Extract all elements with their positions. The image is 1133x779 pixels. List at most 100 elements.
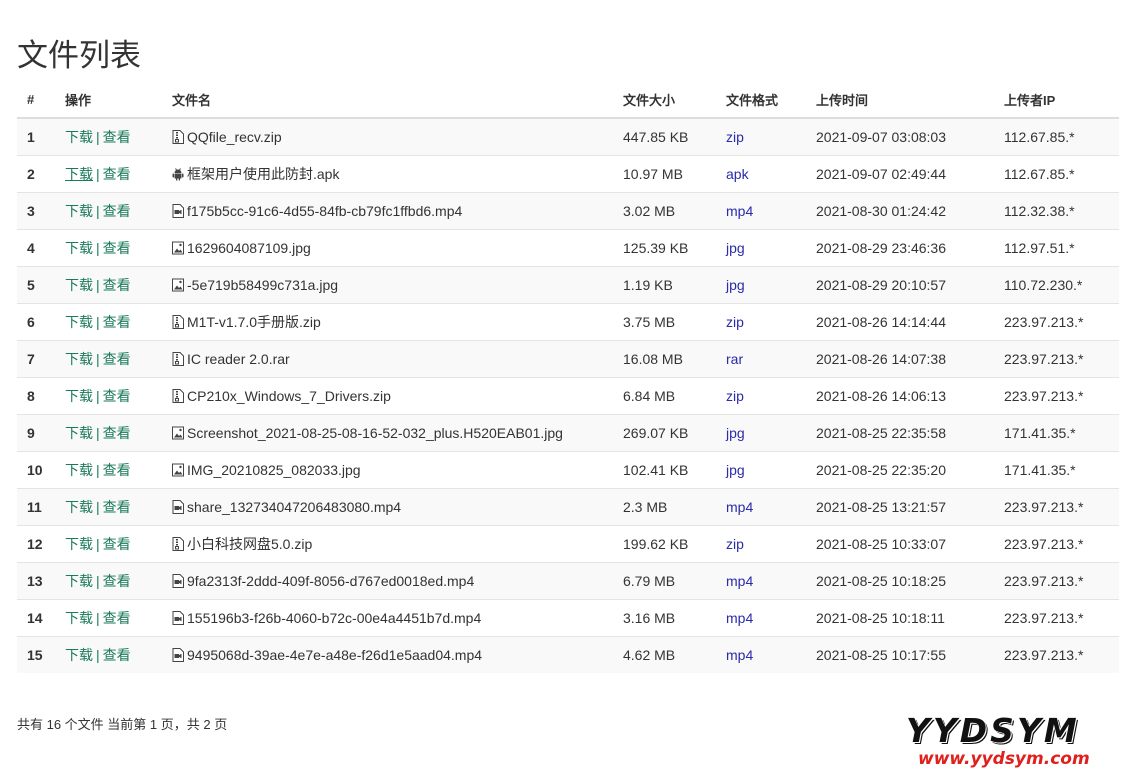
download-link[interactable]: 下载	[65, 240, 93, 256]
download-link[interactable]: 下载	[65, 573, 93, 589]
file-format-link[interactable]: zip	[726, 536, 744, 552]
download-link[interactable]: 下载	[65, 388, 93, 404]
action-separator: |	[96, 351, 100, 367]
file-format-link[interactable]: jpg	[726, 462, 745, 478]
download-link[interactable]: 下载	[65, 647, 93, 663]
file-name-cell: 9495068d-39ae-4e7e-a48e-f26d1e5aad04.mp4	[162, 636, 613, 673]
download-link[interactable]: 下载	[65, 314, 93, 330]
row-actions: 下载 | 查看	[55, 599, 162, 637]
file-format-link[interactable]: zip	[726, 314, 744, 330]
file-format-link[interactable]: rar	[726, 351, 743, 367]
file-name: 1629604087109.jpg	[187, 240, 311, 256]
page-title: 文件列表	[17, 38, 141, 74]
file-size: 102.41 KB	[613, 451, 716, 489]
action-separator: |	[96, 610, 100, 626]
file-format-link[interactable]: mp4	[726, 647, 753, 663]
row-actions: 下载 | 查看	[55, 229, 162, 267]
download-link[interactable]: 下载	[65, 166, 93, 182]
file-format-link[interactable]: jpg	[726, 425, 745, 441]
view-link[interactable]: 查看	[103, 499, 131, 515]
row-actions: 下载 | 查看	[55, 340, 162, 378]
file-name: 9495068d-39ae-4e7e-a48e-f26d1e5aad04.mp4	[187, 647, 483, 663]
file-size: 199.62 KB	[613, 525, 716, 563]
zip-file-icon	[172, 537, 184, 551]
download-link[interactable]: 下载	[65, 536, 93, 552]
column-header-index: #	[17, 81, 55, 119]
view-link[interactable]: 查看	[103, 647, 131, 663]
action-separator: |	[96, 536, 100, 552]
file-name: 155196b3-f26b-4060-b72c-00e4a4451b7d.mp4	[187, 610, 482, 626]
column-header-actions: 操作	[55, 81, 162, 119]
view-link[interactable]: 查看	[103, 462, 131, 478]
file-size: 447.85 KB	[613, 117, 716, 156]
action-separator: |	[96, 203, 100, 219]
file-format-link[interactable]: mp4	[726, 203, 753, 219]
file-name-cell: 小白科技网盘5.0.zip	[162, 525, 613, 563]
uploader-ip: 223.97.213.*	[994, 636, 1119, 673]
upload-time: 2021-08-25 10:17:55	[806, 636, 994, 673]
upload-time: 2021-08-25 22:35:58	[806, 414, 994, 452]
column-header-size: 文件大小	[613, 81, 716, 119]
download-link[interactable]: 下载	[65, 610, 93, 626]
watermark-mark: YYDSYM	[906, 711, 1080, 750]
file-size: 125.39 KB	[613, 229, 716, 267]
zip-file-icon	[172, 389, 184, 403]
file-size: 3.75 MB	[613, 303, 716, 341]
table-row: 7 下载 | 查看 IC reader 2.0.rar 16.08 MB rar 2021-0…	[17, 340, 1119, 378]
file-format-link[interactable]: zip	[726, 129, 744, 145]
file-format-link[interactable]: mp4	[726, 499, 753, 515]
download-link[interactable]: 下载	[65, 203, 93, 219]
file-name: IMG_20210825_082033.jpg	[187, 462, 361, 478]
table-row: 3 下载 | 查看 f175b5cc-91c6-4d55-84fb-cb79fc1ffb…	[17, 192, 1119, 230]
file-name-cell: f175b5cc-91c6-4d55-84fb-cb79fc1ffbd6.mp4	[162, 192, 613, 230]
file-format-link[interactable]: zip	[726, 388, 744, 404]
view-link[interactable]: 查看	[103, 351, 131, 367]
action-separator: |	[96, 314, 100, 330]
download-link[interactable]: 下载	[65, 351, 93, 367]
download-link[interactable]: 下载	[65, 425, 93, 441]
view-link[interactable]: 查看	[103, 388, 131, 404]
pagination-info: 共有 16 个文件 当前第 1 页，共 2 页	[17, 717, 228, 732]
view-link[interactable]: 查看	[103, 610, 131, 626]
view-link[interactable]: 查看	[103, 536, 131, 552]
watermark-url: www.yydsym.com	[918, 749, 1090, 769]
view-link[interactable]: 查看	[103, 240, 131, 256]
file-name: CP210x_Windows_7_Drivers.zip	[187, 388, 391, 404]
view-link[interactable]: 查看	[103, 203, 131, 219]
row-index: 1	[17, 117, 55, 156]
file-format-link[interactable]: apk	[726, 166, 749, 182]
column-header-name: 文件名	[162, 81, 613, 119]
download-link[interactable]: 下载	[65, 277, 93, 293]
download-link[interactable]: 下载	[65, 462, 93, 478]
row-index: 13	[17, 562, 55, 600]
uploader-ip: 112.67.85.*	[994, 117, 1119, 156]
file-size: 2.3 MB	[613, 488, 716, 526]
file-format-link[interactable]: mp4	[726, 610, 753, 626]
file-size: 1.19 KB	[613, 266, 716, 304]
view-link[interactable]: 查看	[103, 166, 131, 182]
view-link[interactable]: 查看	[103, 314, 131, 330]
file-format-link[interactable]: jpg	[726, 277, 745, 293]
file-name: share_132734047206483080.mp4	[187, 499, 402, 515]
row-index: 8	[17, 377, 55, 415]
action-separator: |	[96, 499, 100, 515]
column-header-time: 上传时间	[806, 81, 994, 119]
view-link[interactable]: 查看	[103, 573, 131, 589]
table-row: 6 下载 | 查看 M1T-v1.7.0手册版.zip 3.75 MB zip 2021-08…	[17, 303, 1119, 341]
action-separator: |	[96, 647, 100, 663]
download-link[interactable]: 下载	[65, 499, 93, 515]
uploader-ip: 112.32.38.*	[994, 192, 1119, 230]
file-name-cell: 框架用户使用此防封.apk	[162, 155, 613, 193]
watermark-logo: YYDSYM www.yydsym.com	[906, 713, 1118, 771]
file-format-link[interactable]: jpg	[726, 240, 745, 256]
file-name-cell: CP210x_Windows_7_Drivers.zip	[162, 377, 613, 415]
view-link[interactable]: 查看	[103, 425, 131, 441]
file-format-link[interactable]: mp4	[726, 573, 753, 589]
row-actions: 下载 | 查看	[55, 192, 162, 230]
download-link[interactable]: 下载	[65, 129, 93, 145]
file-size: 3.16 MB	[613, 599, 716, 637]
view-link[interactable]: 查看	[103, 129, 131, 145]
file-table: # 操作 文件名 文件大小 文件格式 上传时间 上传者IP 1 下载 | 查看 QQfi…	[17, 81, 1119, 673]
file-name: IC reader 2.0.rar	[187, 351, 290, 367]
view-link[interactable]: 查看	[103, 277, 131, 293]
